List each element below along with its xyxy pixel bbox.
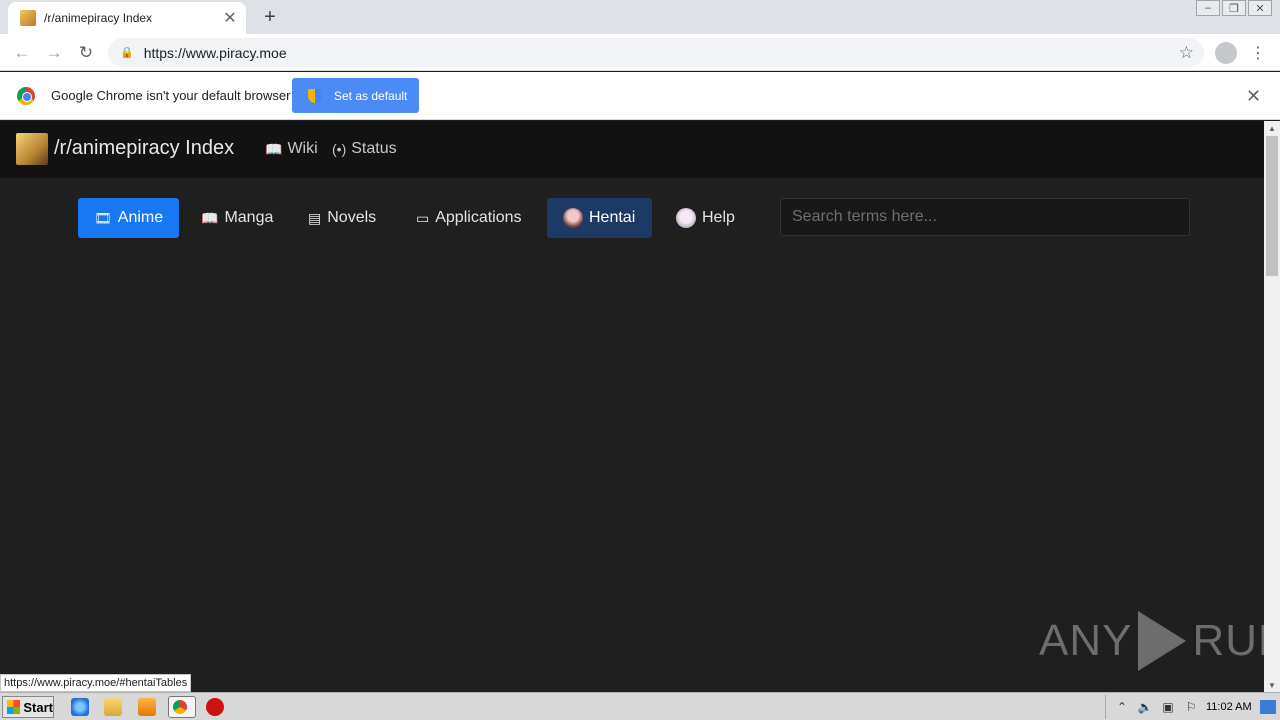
tab-strip: /r/animepiracy Index ✕ + – ❐ ✕ xyxy=(0,0,1280,34)
help-avatar-icon xyxy=(676,208,696,228)
search-input[interactable] xyxy=(780,198,1190,236)
folder-icon[interactable] xyxy=(104,698,122,716)
tab-manga[interactable]: 📖 Manga xyxy=(185,198,289,238)
play-logo-icon xyxy=(1138,611,1187,671)
site-logo[interactable] xyxy=(16,133,48,165)
show-desktop-icon[interactable] xyxy=(1260,700,1276,714)
chrome-taskbar-icon xyxy=(173,700,187,714)
set-as-default-label: Set as default xyxy=(334,88,408,103)
infobar-message: Google Chrome isn't your default browser xyxy=(51,88,291,103)
media-player-icon[interactable] xyxy=(138,698,156,716)
address-url[interactable]: https://www.piracy.moe xyxy=(144,45,1179,61)
taskbar-clock[interactable]: 11:02 AM xyxy=(1206,701,1252,713)
tab-anime[interactable]: 🎞 Anime xyxy=(78,198,180,238)
tab-manga-label: Manga xyxy=(224,209,274,226)
status-bubble-url: https://www.piracy.moe/#hentaiTables xyxy=(0,674,192,692)
browser-toolbar: ← → ↻ 🔒 https://www.piracy.moe ☆ ⋮ xyxy=(0,34,1280,71)
chrome-logo-icon xyxy=(17,87,35,105)
window-icon: ▭ xyxy=(416,209,430,226)
profile-avatar-icon[interactable] xyxy=(1215,42,1237,64)
tab-help[interactable]: Help xyxy=(660,198,751,238)
tab-help-label: Help xyxy=(702,209,735,226)
start-label: Start xyxy=(23,699,53,715)
hentai-avatar-icon xyxy=(563,208,583,228)
scroll-up-icon[interactable]: ▲ xyxy=(1264,121,1280,135)
site-favicon-icon xyxy=(20,10,36,26)
nav-status-label: Status xyxy=(351,140,397,157)
new-tab-button[interactable]: + xyxy=(259,6,281,28)
broadcast-icon: (•) xyxy=(332,141,347,157)
book-icon: 📖 xyxy=(265,140,283,157)
tab-hentai-label: Hentai xyxy=(589,209,636,226)
minimize-button[interactable]: – xyxy=(1196,0,1220,16)
stop-icon[interactable] xyxy=(206,698,224,716)
forward-icon[interactable]: → xyxy=(42,41,66,65)
tab-anime-label: Anime xyxy=(117,209,164,226)
site-navbar: /r/animepiracy Index 📖 Wiki (•) Status xyxy=(0,121,1264,178)
system-tray: ⌃ 🔈 ▣ ⚐ xyxy=(1105,695,1280,719)
set-as-default-button[interactable]: Set as default xyxy=(292,78,419,113)
chrome-menu-icon[interactable]: ⋮ xyxy=(1250,42,1266,64)
close-tab-icon[interactable]: ✕ xyxy=(220,8,240,28)
nav-status-link[interactable]: (•) Status xyxy=(332,140,397,158)
action-center-flag-icon[interactable]: ⚐ xyxy=(1184,700,1198,714)
tab-applications-label: Applications xyxy=(435,209,522,226)
nav-wiki-link[interactable]: 📖 Wiki xyxy=(265,140,318,158)
tab-hentai[interactable]: Hentai xyxy=(547,198,652,238)
watermark-right-text: RUN xyxy=(1192,616,1264,665)
tab-title: /r/animepiracy Index xyxy=(44,11,153,25)
scroll-thumb[interactable] xyxy=(1266,136,1278,276)
tray-expand-icon[interactable]: ⌃ xyxy=(1115,700,1129,714)
windows-logo-icon xyxy=(7,700,21,714)
infobar-close-icon[interactable]: ✕ xyxy=(1246,86,1261,107)
site-brand[interactable]: /r/animepiracy Index xyxy=(54,137,234,160)
network-icon[interactable]: ▣ xyxy=(1161,700,1175,714)
scroll-down-icon[interactable]: ▼ xyxy=(1264,678,1280,692)
page-scrollbar[interactable]: ▲ ▼ xyxy=(1264,121,1280,692)
nav-wiki-label: Wiki xyxy=(287,140,318,157)
page-content: /r/animepiracy Index 📖 Wiki (•) Status 🎞… xyxy=(0,121,1264,692)
tab-novels[interactable]: ▤ Novels xyxy=(292,198,392,238)
start-button[interactable]: Start xyxy=(2,696,54,718)
document-icon: ▤ xyxy=(308,209,322,226)
anyrun-watermark: ANY RUN xyxy=(1039,611,1264,671)
browser-tab[interactable]: /r/animepiracy Index ✕ xyxy=(8,2,246,34)
back-icon[interactable]: ← xyxy=(10,41,34,65)
tab-applications[interactable]: ▭ Applications xyxy=(400,198,538,238)
default-browser-infobar: Google Chrome isn't your default browser… xyxy=(0,72,1280,120)
address-bar[interactable]: 🔒 https://www.piracy.moe ☆ xyxy=(108,38,1204,67)
reload-icon[interactable]: ↻ xyxy=(74,41,98,65)
tab-novels-label: Novels xyxy=(327,209,377,226)
close-window-button[interactable]: ✕ xyxy=(1248,0,1272,16)
lock-icon: 🔒 xyxy=(120,47,134,59)
restore-button[interactable]: ❐ xyxy=(1222,0,1246,16)
ie-icon[interactable] xyxy=(71,698,89,716)
film-icon: 🎞 xyxy=(94,209,112,226)
uac-shield-icon xyxy=(308,88,322,103)
bookmark-star-icon[interactable]: ☆ xyxy=(1179,43,1194,63)
window-controls: – ❐ ✕ xyxy=(1194,0,1272,16)
watermark-left-text: ANY xyxy=(1039,616,1133,665)
windows-taskbar: Start ⌃ 🔈 ▣ ⚐ 11:02 AM xyxy=(0,692,1280,720)
book-icon: 📖 xyxy=(201,209,219,226)
volume-icon[interactable]: 🔈 xyxy=(1138,700,1153,714)
